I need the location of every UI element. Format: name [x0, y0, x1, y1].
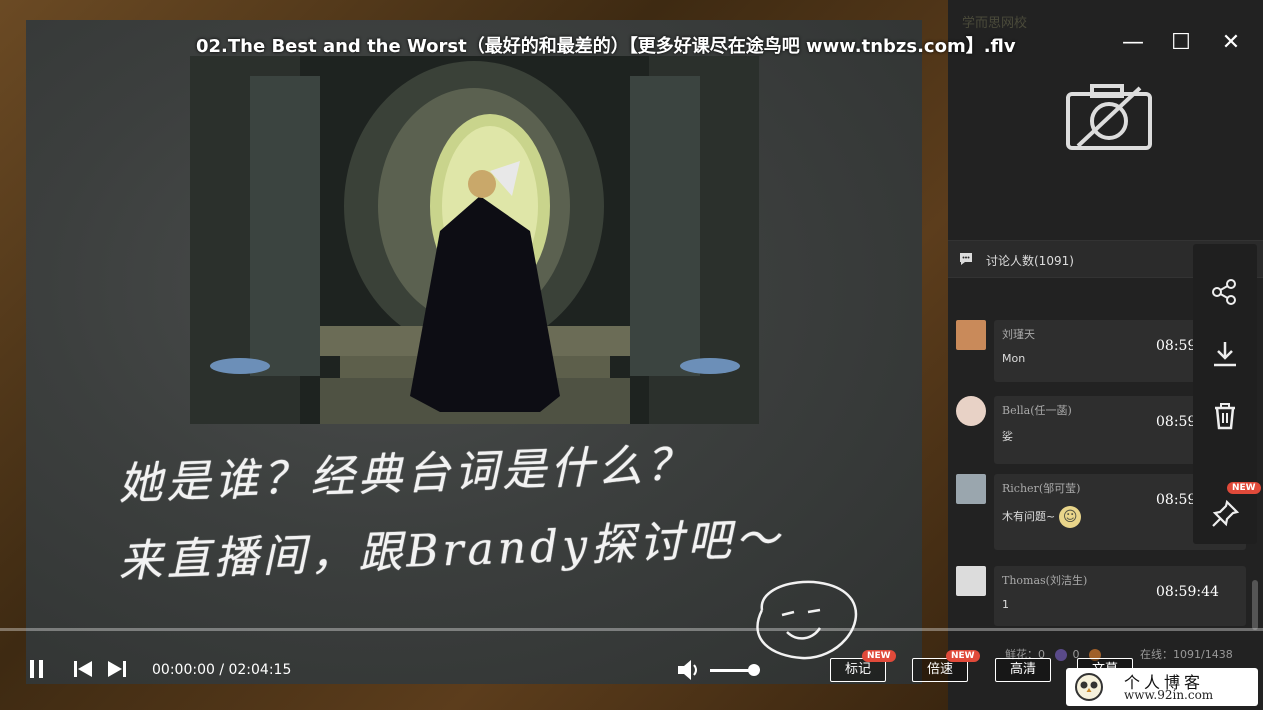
- chat-sender: Bella(任一菡): [1002, 404, 1072, 417]
- blog-watermark: 个人博客 www.92in.com: [1066, 668, 1258, 706]
- quality-button[interactable]: 高清: [995, 658, 1051, 682]
- next-icon[interactable]: [106, 658, 128, 680]
- video-player-app: 她是谁？经典台词是什么？ 来直播间，跟Brandy探讨吧～ 学而思网校 讨论人数…: [0, 0, 1263, 710]
- video-scene-illustration: [190, 56, 759, 424]
- volume-icon[interactable]: [676, 658, 702, 682]
- avatar: [956, 320, 986, 350]
- chat-time: 08:59:44: [1156, 584, 1219, 600]
- video-title: 02.The Best and the Worst（最好的和最差的）【更多好课尽…: [196, 36, 1016, 57]
- chat-body: 木有问题~: [1002, 510, 1056, 523]
- tool-rail: NEW: [1193, 244, 1261, 544]
- minimize-button[interactable]: —: [1118, 28, 1148, 58]
- download-icon[interactable]: [1209, 338, 1241, 370]
- volume-knob[interactable]: [748, 664, 760, 676]
- watermark-url: www.92in.com: [1124, 688, 1214, 702]
- chat-bubble: Thomas(刘洁生) 08:59:44 1: [994, 566, 1246, 626]
- maximize-button[interactable]: ☐: [1166, 28, 1196, 58]
- smiley-emoji-icon: ☺: [1059, 506, 1082, 528]
- new-badge: NEW: [1227, 482, 1261, 494]
- chat-scrollbar[interactable]: [1252, 580, 1258, 630]
- avatar: [956, 396, 986, 426]
- chat-sender: Thomas(刘洁生): [1002, 574, 1088, 587]
- previous-icon[interactable]: [72, 658, 94, 680]
- pin-icon[interactable]: [1209, 498, 1241, 530]
- video-frame[interactable]: [190, 56, 759, 424]
- chat-sender: 刘瑾天: [1002, 328, 1035, 341]
- pause-icon[interactable]: [28, 658, 46, 680]
- new-badge: NEW: [862, 650, 896, 662]
- share-icon[interactable]: [1209, 276, 1241, 308]
- avatar: [956, 566, 986, 596]
- chat-sender: Richer(邹可莹): [1002, 482, 1081, 495]
- trash-icon[interactable]: [1209, 400, 1241, 432]
- close-button[interactable]: ✕: [1216, 28, 1246, 58]
- progress-bar[interactable]: [0, 628, 1263, 631]
- chat-bubble-icon: [960, 253, 972, 265]
- avatar: [956, 474, 986, 504]
- time-display: 00:00:00 / 02:04:15: [152, 662, 292, 678]
- camera-off-icon: [1066, 84, 1152, 150]
- discussion-count-label: 讨论人数(1091): [986, 254, 1074, 268]
- title-bar: 02.The Best and the Worst（最好的和最差的）【更多好课尽…: [0, 28, 1263, 62]
- owl-logo-icon: [1075, 673, 1103, 701]
- new-badge: NEW: [946, 650, 980, 662]
